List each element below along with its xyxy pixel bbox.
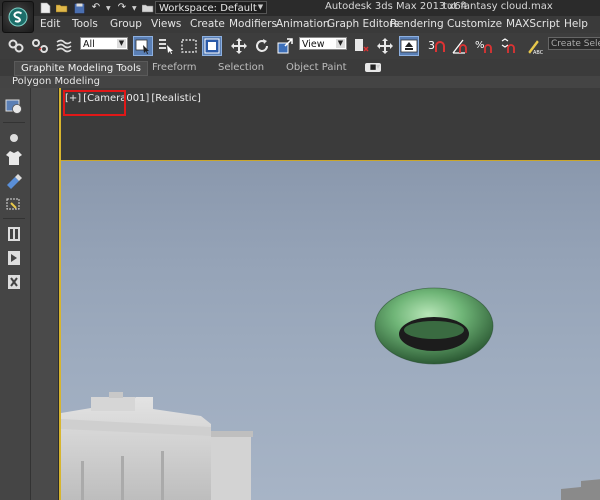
menu-group[interactable]: Group	[110, 18, 142, 30]
select-and-link-icon[interactable]	[6, 36, 26, 56]
edit-named-selection-sets-icon[interactable]: ABC	[524, 36, 544, 56]
select-and-rotate-icon[interactable]	[252, 36, 272, 56]
select-by-name-icon[interactable]	[156, 36, 176, 56]
unlink-selection-icon[interactable]	[30, 36, 50, 56]
tab-object-paint[interactable]: Object Paint	[286, 62, 347, 73]
tool-brush-icon[interactable]	[4, 172, 24, 192]
left-panel-secondary	[31, 88, 59, 500]
menu-animation[interactable]: Animation	[276, 18, 330, 30]
tab-graphite-modeling-tools[interactable]: Graphite Modeling Tools	[14, 61, 149, 76]
window-crossing-icon[interactable]	[202, 36, 222, 56]
align-left-icon[interactable]	[4, 224, 24, 244]
reference-coordinate-value: View	[302, 39, 325, 50]
select-object-icon[interactable]	[133, 36, 153, 56]
title-bar: ↶ ▼ ↷ ▼ ▼ Workspace: Default ▼ Autodesk …	[0, 0, 600, 17]
use-pivot-point-center-icon[interactable]	[351, 36, 371, 56]
reference-coordinate-dropdown[interactable]: View ▼	[299, 37, 347, 50]
ribbon-dropdown-icon[interactable]: ▾	[376, 62, 380, 71]
menu-views[interactable]: Views	[151, 18, 181, 30]
menu-graph-editors[interactable]: Graph Editors	[327, 18, 399, 30]
tab-freeform[interactable]: Freeform	[152, 62, 197, 73]
main-toolbar: All ▼ View ▼ 3 % ABC Create Sel	[0, 33, 600, 60]
shirt-icon[interactable]	[4, 148, 24, 168]
save-file-icon[interactable]	[72, 1, 86, 15]
redo-dropdown-icon[interactable]: ▼	[132, 5, 138, 12]
spinner-snap-toggle-icon[interactable]	[498, 36, 518, 56]
scene-render	[61, 287, 600, 500]
paint-deform-icon[interactable]	[4, 194, 24, 214]
redo-icon[interactable]: ↷	[115, 1, 129, 15]
chevron-down-icon: ▼	[117, 39, 126, 48]
application-button[interactable]	[2, 1, 34, 33]
undo-icon[interactable]: ↶	[89, 1, 103, 15]
percent-snap-toggle-icon[interactable]: %	[474, 36, 494, 56]
selection-filter-value: All	[83, 39, 95, 50]
svg-text:%: %	[475, 40, 485, 51]
snaps-value: 3	[428, 39, 435, 52]
scene-explorer-icon[interactable]	[4, 96, 24, 116]
bind-to-space-warp-icon[interactable]	[54, 36, 74, 56]
menu-tools[interactable]: Tools	[72, 18, 98, 30]
svg-text:ABC: ABC	[533, 50, 543, 55]
tab-selection[interactable]: Selection	[218, 62, 264, 73]
undo-dropdown-icon[interactable]: ▼	[106, 5, 112, 12]
menu-edit[interactable]: Edit	[40, 18, 60, 30]
workspace-dropdown[interactable]: Workspace: Default ▼	[155, 1, 267, 14]
align-view-icon[interactable]	[4, 248, 24, 268]
menu-create[interactable]: Create	[190, 18, 225, 30]
rectangular-selection-region-icon[interactable]	[179, 36, 199, 56]
workspace-label: Workspace: Default	[159, 3, 257, 14]
angle-snap-toggle-icon[interactable]	[450, 36, 470, 56]
menu-bar: Edit Tools Group Views Create Modifiers …	[0, 16, 600, 34]
viewport-scene	[61, 161, 600, 500]
snaps-toggle-icon[interactable]: 3	[426, 36, 446, 56]
viewport-shading-menu[interactable]: [Realistic]	[151, 93, 201, 104]
select-and-manipulate-icon[interactable]	[375, 36, 395, 56]
sphere-icon[interactable]	[4, 128, 24, 148]
menu-maxscript[interactable]: MAXScript	[506, 18, 560, 30]
camera-viewport[interactable]: [+] [Camera001] [Realistic]	[59, 88, 600, 500]
select-and-scale-icon[interactable]	[275, 36, 295, 56]
chevron-down-icon: ▼	[257, 3, 264, 11]
ribbon: Graphite Modeling Tools Freeform Selecti…	[0, 59, 600, 76]
file-name: tut fantasy cloud.max	[443, 1, 553, 12]
building-silhouette	[61, 392, 600, 500]
left-tool-strip	[0, 88, 31, 500]
keyboard-shortcut-override-icon[interactable]	[399, 36, 419, 56]
clone-align-icon[interactable]	[4, 272, 24, 292]
polygon-modeling-panel-label[interactable]: Polygon Modeling	[12, 76, 100, 87]
menu-help[interactable]: Help	[564, 18, 588, 30]
menu-modifiers[interactable]: Modifiers	[229, 18, 277, 30]
new-file-icon[interactable]	[38, 1, 52, 15]
viewport-header-area: [+] [Camera001] [Realistic]	[61, 88, 600, 161]
selection-filter-dropdown[interactable]: All ▼	[80, 37, 128, 50]
menu-rendering[interactable]: Rendering	[390, 18, 444, 30]
3dsmax-logo-icon	[8, 7, 28, 27]
quick-access-toolbar: ↶ ▼ ↷ ▼ ▼	[38, 0, 164, 16]
chevron-down-icon: ▼	[336, 39, 345, 48]
named-selection-sets-input[interactable]: Create Selection Se	[548, 37, 600, 50]
open-file-icon[interactable]	[55, 1, 69, 15]
project-folder-icon[interactable]	[141, 1, 155, 15]
annotation-highlight-box	[63, 90, 126, 116]
menu-customize[interactable]: Customize	[447, 18, 502, 30]
select-and-move-icon[interactable]	[229, 36, 249, 56]
torus-object	[374, 287, 494, 365]
